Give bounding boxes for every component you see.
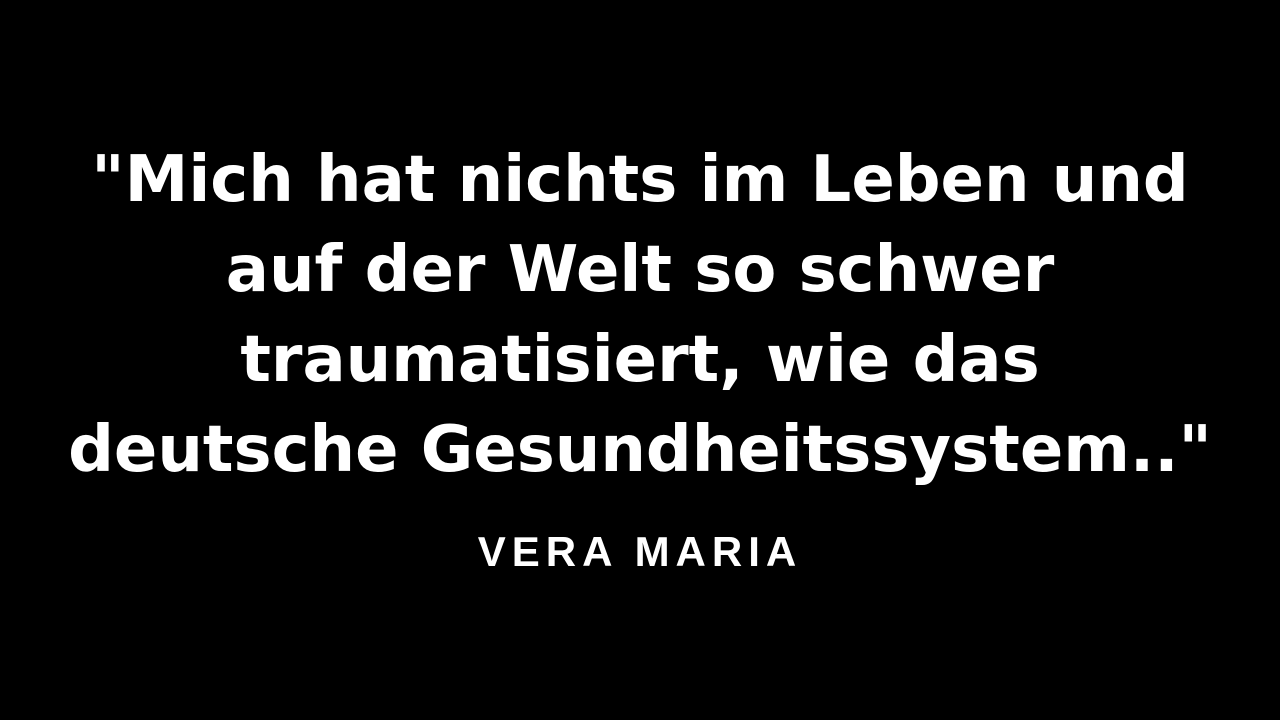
quote-author: VERA MARIA bbox=[477, 528, 803, 575]
quote-text: "Mich hat nichts im Leben und auf der We… bbox=[60, 135, 1220, 495]
quote-line-4: deutsche Gesundheitssystem.." bbox=[68, 413, 1212, 487]
quote-card: "Mich hat nichts im Leben und auf der We… bbox=[0, 0, 1280, 720]
quote-line-2: auf der Welt so schwer bbox=[225, 233, 1055, 307]
quote-line-3: traumatisiert, wie das bbox=[240, 323, 1040, 397]
quote-line-1: "Mich hat nichts im Leben und bbox=[91, 143, 1189, 217]
